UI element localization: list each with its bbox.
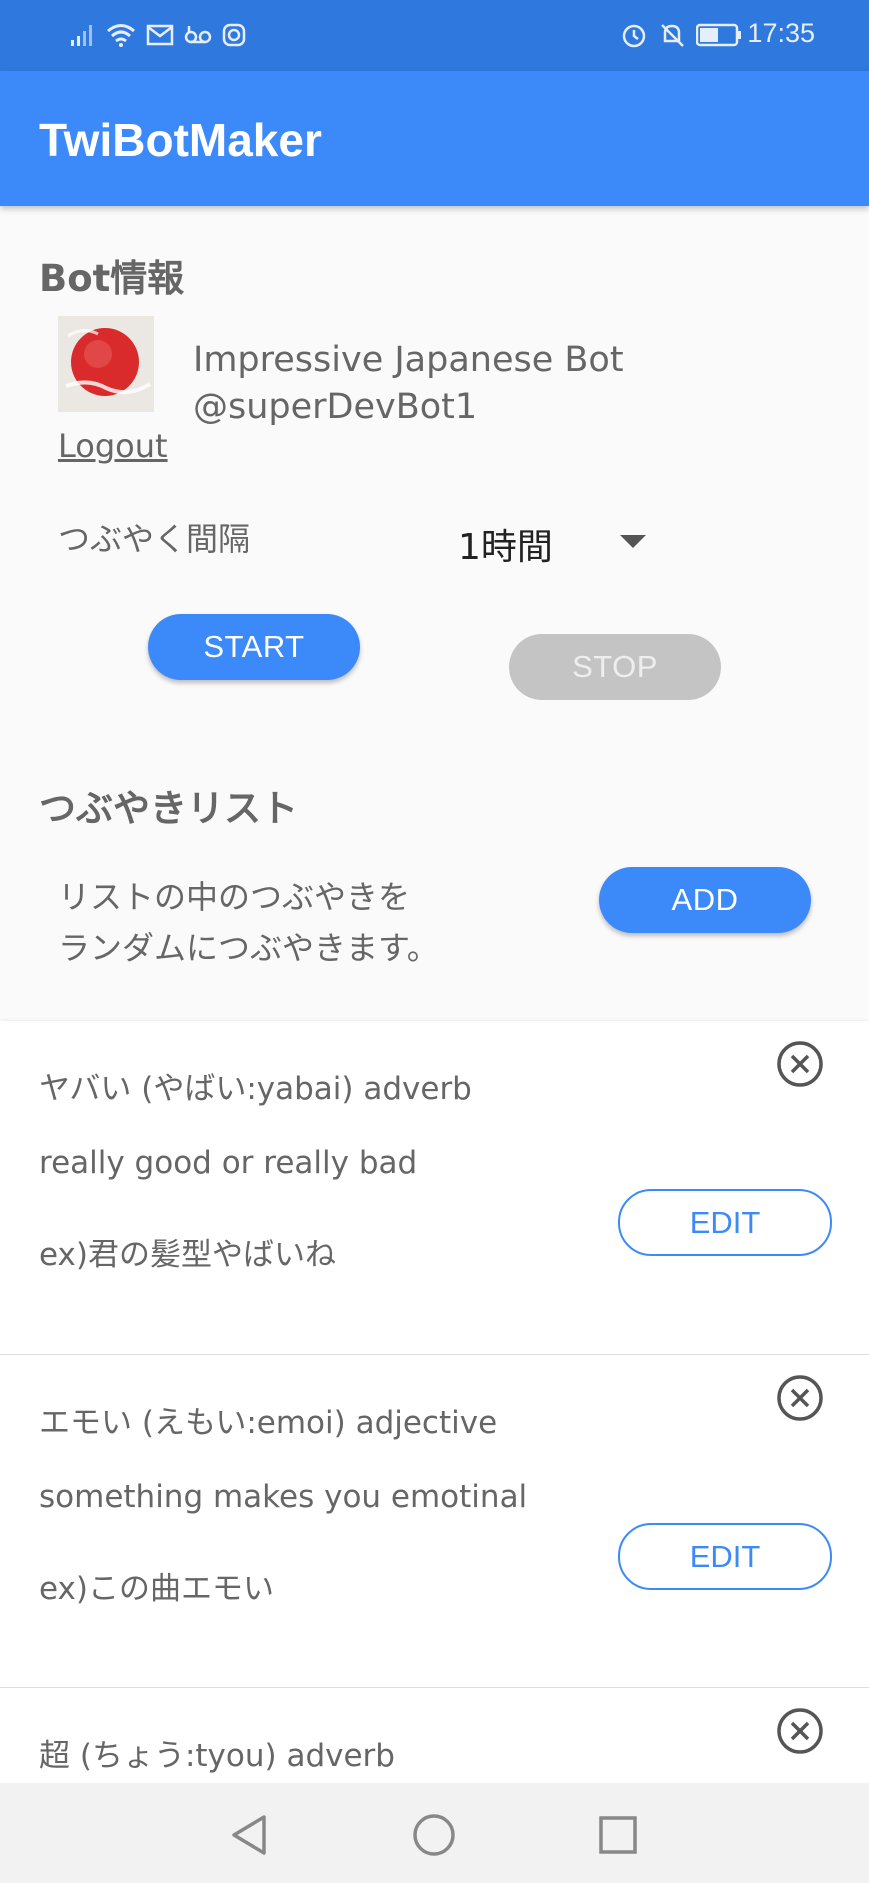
avatar-image — [58, 316, 154, 412]
tweet-line-word: 超 (ちょう:tyou) adverb — [39, 1738, 395, 1774]
recents-icon[interactable] — [598, 1813, 638, 1857]
home-icon[interactable] — [412, 1813, 456, 1857]
close-icon[interactable] — [776, 1707, 824, 1755]
bot-handle: @superDevBot1 — [193, 387, 478, 427]
status-bar: 17:35 — [0, 0, 869, 71]
interval-label: つぶやく間隔 — [58, 520, 251, 558]
tweet-card: エモい (えもい:emoi) adjective something makes… — [0, 1354, 869, 1688]
wifi-icon — [107, 24, 135, 47]
tweet-card: ヤバい (やばい:yabai) adverb really good or re… — [0, 1021, 869, 1354]
navigation-bar — [0, 1783, 869, 1883]
instagram-icon — [222, 23, 246, 47]
tweet-line-word: ヤバい (やばい:yabai) adverb — [39, 1071, 472, 1107]
tweet-line-example: ex)この曲エモい — [39, 1571, 274, 1607]
close-icon[interactable] — [776, 1374, 824, 1422]
signal-icon — [71, 25, 92, 46]
alarm-icon — [622, 24, 646, 48]
tweet-line-meaning: really good or really bad — [39, 1145, 418, 1181]
edit-button[interactable]: EDIT — [618, 1523, 832, 1590]
add-button[interactable]: ADD — [599, 867, 811, 933]
tweet-list-description-line2: ランダムにつぶやきます。 — [58, 929, 439, 967]
logout-link[interactable]: Logout — [58, 427, 168, 465]
app-bar: TwiBotMaker — [0, 71, 869, 206]
close-icon[interactable] — [776, 1040, 824, 1088]
tweet-line-word: エモい (えもい:emoi) adjective — [39, 1405, 498, 1441]
stop-button[interactable]: STOP — [509, 634, 721, 700]
tweet-card: 超 (ちょう:tyou) adverb — [0, 1687, 869, 1784]
tweet-list-description-line1: リストの中のつぶやきを — [58, 878, 411, 916]
edit-button[interactable]: EDIT — [618, 1189, 832, 1256]
tweet-list-title: つぶやきリスト — [39, 787, 298, 830]
notifications-off-icon — [661, 24, 684, 47]
dropdown-arrow-icon[interactable] — [620, 535, 646, 548]
status-time: 17:35 — [747, 18, 815, 48]
battery-icon — [696, 23, 741, 47]
tweet-line-meaning: something makes you emotinal — [39, 1479, 528, 1515]
tweet-line-example: ex)君の髪型やばいね — [39, 1237, 336, 1273]
mail-icon — [146, 24, 174, 46]
avatar — [58, 316, 154, 412]
bot-info-title: Bot情報 — [39, 257, 185, 300]
bot-name: Impressive Japanese Bot — [193, 340, 624, 380]
start-button[interactable]: START — [148, 614, 360, 680]
back-icon[interactable] — [228, 1813, 270, 1857]
app-title: TwiBotMaker — [39, 114, 322, 166]
interval-select[interactable]: 1時間 — [458, 518, 553, 570]
voicemail-icon — [184, 26, 212, 44]
